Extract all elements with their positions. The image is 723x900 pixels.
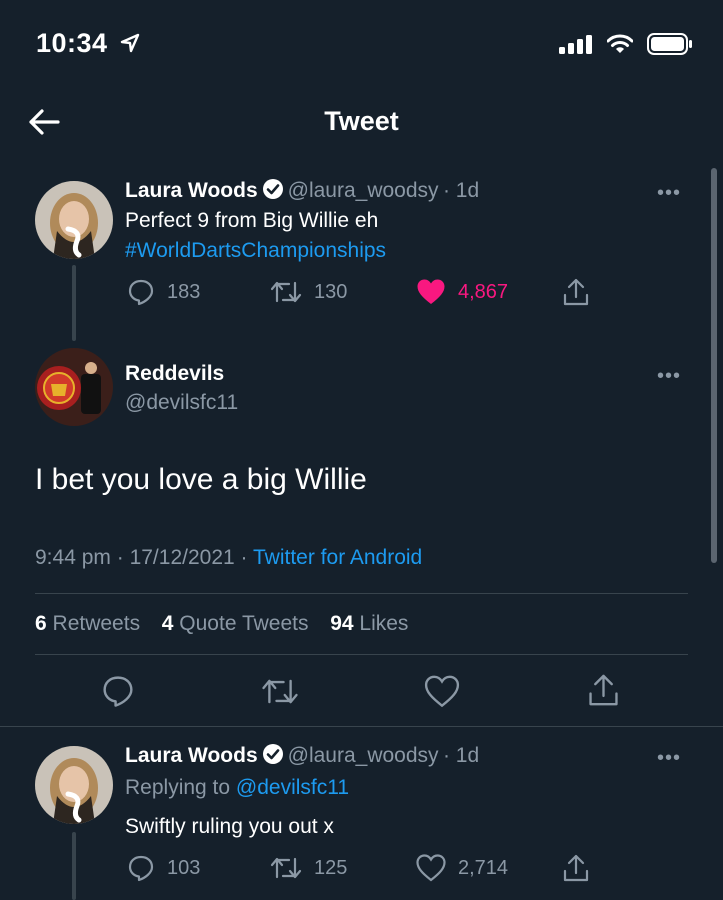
verified-badge-icon xyxy=(262,179,283,199)
author-handle[interactable]: @laura_woodsy xyxy=(288,744,439,767)
tweet-date[interactable]: 17/12/2021 xyxy=(130,546,235,569)
battery-icon xyxy=(647,33,692,55)
author-name[interactable]: Laura Woods xyxy=(125,179,258,202)
retweet-icon xyxy=(270,857,302,879)
tweet-text: Perfect 9 from Big Willie eh xyxy=(125,209,379,232)
reply-icon xyxy=(128,855,154,882)
status-time: 10:34 xyxy=(36,28,140,59)
divider xyxy=(35,654,688,655)
divider xyxy=(0,726,723,727)
parent-tweet-header: Laura Woods @laura_woodsy · 1d xyxy=(125,178,479,203)
more-options-icon[interactable]: ••• xyxy=(657,747,681,770)
retweet-button[interactable]: 130 xyxy=(270,278,347,306)
page-title: Tweet xyxy=(324,106,399,136)
author-name[interactable]: Laura Woods xyxy=(125,744,258,767)
avatar[interactable] xyxy=(35,348,113,426)
author-handle[interactable]: @devilsfc11 xyxy=(125,391,238,415)
avatar[interactable] xyxy=(35,181,113,259)
tweet-stats: 6 Retweets 4 Quote Tweets 94 Likes xyxy=(35,612,408,636)
share-icon[interactable] xyxy=(562,277,590,307)
reply-icon xyxy=(128,279,154,306)
signal-icon xyxy=(559,35,592,54)
replying-to-link[interactable]: @devilsfc11 xyxy=(236,776,349,799)
scrollbar[interactable] xyxy=(711,168,717,563)
tweet-text: I bet you love a big Willie xyxy=(35,463,367,496)
likes-stat[interactable]: 94 Likes xyxy=(330,612,408,635)
hashtag-link[interactable]: #WorldDartsChampionships xyxy=(125,239,386,263)
divider xyxy=(35,593,688,594)
retweets-stat[interactable]: 6 Retweets xyxy=(35,612,140,635)
like-count: 2,714 xyxy=(458,856,509,879)
thread-line xyxy=(72,832,76,900)
replying-to: Replying to @devilsfc11 xyxy=(125,776,350,799)
tweet-source[interactable]: Twitter for Android xyxy=(253,546,422,569)
heart-icon xyxy=(416,854,446,882)
share-icon[interactable] xyxy=(562,853,590,883)
tweet-age: · 1d xyxy=(442,179,480,202)
status-indicators xyxy=(559,32,693,56)
wifi-icon xyxy=(607,34,633,53)
heart-filled-icon xyxy=(417,279,445,304)
like-count: 4,867 xyxy=(458,280,509,303)
author-name[interactable]: Reddevils xyxy=(125,362,224,386)
author-handle[interactable]: @laura_woodsy xyxy=(288,179,439,202)
more-options-icon[interactable]: ••• xyxy=(657,182,681,205)
retweet-icon[interactable] xyxy=(261,675,299,708)
retweet-count: 130 xyxy=(314,280,348,303)
heart-icon[interactable] xyxy=(424,675,460,708)
verified-badge-icon xyxy=(262,744,283,764)
reply-button[interactable]: 103 xyxy=(127,854,200,882)
tweet-age: · 1d xyxy=(442,744,480,767)
retweet-button[interactable]: 125 xyxy=(270,854,347,882)
more-options-icon[interactable]: ••• xyxy=(657,365,681,388)
quote-tweets-stat[interactable]: 4 Quote Tweets xyxy=(162,612,309,635)
reply-tweet-header: Laura Woods @laura_woodsy · 1d xyxy=(125,743,479,768)
reply-button[interactable]: 183 xyxy=(127,278,200,306)
thread-line xyxy=(72,265,76,341)
location-arrow-icon xyxy=(120,33,139,53)
avatar[interactable] xyxy=(35,746,113,824)
retweet-icon xyxy=(270,281,302,303)
reply-count: 183 xyxy=(167,280,201,303)
retweet-count: 125 xyxy=(314,856,348,879)
reply-icon[interactable] xyxy=(101,674,135,708)
tweet-timestamp: 9:44 pm · 17/12/2021 · Twitter for Andro… xyxy=(35,546,423,569)
like-button[interactable]: 4,867 xyxy=(416,278,508,306)
share-icon[interactable] xyxy=(587,672,620,708)
like-button[interactable]: 2,714 xyxy=(416,854,508,882)
reply-count: 103 xyxy=(167,856,201,879)
tweet-text: Swiftly ruling you out x xyxy=(125,815,334,838)
tweet-time[interactable]: 9:44 pm xyxy=(35,546,111,569)
